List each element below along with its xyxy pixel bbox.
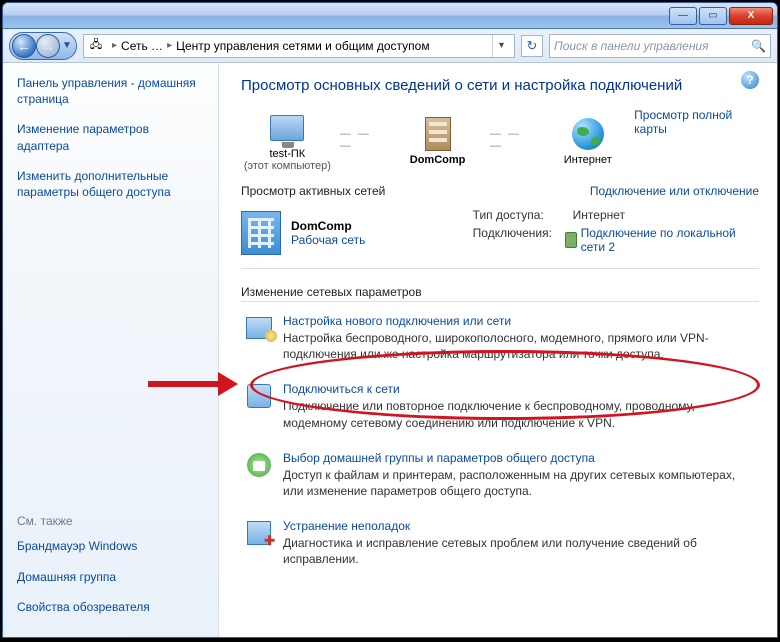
task-connect-network[interactable]: Подключиться к сети Подключение или повт… (241, 372, 759, 440)
network-icon: 🖧 (88, 38, 104, 54)
minimize-button[interactable]: — (669, 7, 697, 25)
sidebar-link-firewall[interactable]: Брандмауэр Windows (17, 538, 204, 554)
node-internet: Интернет (541, 114, 634, 166)
chevron-right-icon: ▸ (167, 40, 172, 51)
page-title: Просмотр основных сведений о сети и наст… (241, 77, 759, 94)
breadcrumb-seg-network[interactable]: Сеть … (121, 39, 163, 53)
task-title: Выбор домашней группы и параметров общег… (283, 451, 755, 465)
node-gateway: DomComp (391, 114, 484, 166)
active-network-type-link[interactable]: Рабочая сеть (291, 233, 365, 247)
task-title: Устранение неполадок (283, 519, 755, 533)
setup-connection-icon (246, 317, 272, 339)
active-networks-heading: Просмотр активных сетей (241, 184, 385, 198)
search-input[interactable]: Поиск в панели управления 🔍 (549, 34, 771, 58)
search-icon: 🔍 (751, 39, 766, 53)
help-icon[interactable]: ? (741, 71, 759, 89)
address-bar: ← → ▼ 🖧 ▸ Сеть … ▸ Центр управления сетя… (3, 29, 777, 63)
task-desc: Настройка беспроводного, широкополосного… (283, 330, 755, 362)
forward-button[interactable]: → (36, 34, 60, 58)
node-this-pc: test-ПК (этот компьютер) (241, 108, 334, 172)
breadcrumb-dropdown[interactable]: ▾ (492, 35, 510, 57)
see-also-heading: См. также (17, 514, 204, 528)
network-map: test-ПК (этот компьютер) — — — DomComp —… (241, 108, 634, 172)
node-pc-sub: (этот компьютер) (244, 160, 331, 172)
nav-buttons: ← → ▼ (9, 32, 77, 60)
maximize-button[interactable]: ▭ (699, 7, 727, 25)
connection-link[interactable]: Подключение по локальной сети 2 (565, 226, 759, 254)
task-setup-connection[interactable]: Настройка нового подключения или сети На… (241, 304, 759, 372)
nav-history-dropdown[interactable]: ▼ (60, 40, 74, 51)
sidebar-link-advanced-sharing[interactable]: Изменить дополнительные параметры общего… (17, 168, 204, 200)
titlebar: — ▭ X (3, 3, 777, 29)
window: — ▭ X ← → ▼ 🖧 ▸ Сеть … ▸ Центр управлени… (2, 2, 778, 638)
close-button[interactable]: X (729, 7, 773, 25)
task-desc: Подключение или повторное подключение к … (283, 398, 755, 430)
task-troubleshoot[interactable]: Устранение неполадок Диагностика и испра… (241, 509, 759, 577)
task-title: Настройка нового подключения или сети (283, 314, 755, 328)
breadcrumb-seg-current[interactable]: Центр управления сетями и общим доступом (176, 39, 430, 53)
sidebar: Панель управления - домашняя страница Из… (3, 63, 219, 637)
node-internet-name: Интернет (564, 154, 612, 166)
sidebar-link-homegroup[interactable]: Домашняя группа (17, 569, 204, 585)
view-full-map-link[interactable]: Просмотр полной карты (634, 108, 759, 136)
access-type-label: Тип доступа: (473, 208, 573, 222)
computer-icon (270, 115, 304, 141)
task-desc: Диагностика и исправление сетевых пробле… (283, 535, 755, 567)
search-placeholder: Поиск в панели управления (554, 39, 709, 53)
sidebar-link-internet-options[interactable]: Свойства обозревателя (17, 599, 204, 615)
troubleshoot-icon (247, 521, 271, 545)
connect-disconnect-link[interactable]: Подключение или отключение (590, 184, 759, 198)
back-button[interactable]: ← (12, 34, 36, 58)
access-type-value: Интернет (573, 208, 625, 222)
nic-icon (565, 232, 576, 248)
homegroup-icon (247, 453, 271, 477)
task-desc: Доступ к файлам и принтерам, расположенн… (283, 467, 755, 499)
globe-icon (572, 118, 604, 150)
task-title: Подключиться к сети (283, 382, 755, 396)
connector-icon: — — — (490, 128, 536, 152)
connector-icon: — — — (340, 128, 386, 152)
breadcrumb[interactable]: 🖧 ▸ Сеть … ▸ Центр управления сетями и о… (83, 34, 515, 58)
sidebar-link-adapter-settings[interactable]: Изменение параметров адаптера (17, 121, 204, 153)
task-homegroup-sharing[interactable]: Выбор домашней группы и параметров общег… (241, 441, 759, 509)
chevron-right-icon: ▸ (112, 40, 117, 51)
active-network-name: DomComp (291, 219, 365, 233)
main-content: ? Просмотр основных сведений о сети и на… (219, 63, 777, 637)
node-pc-name: test-ПК (269, 148, 305, 160)
sidebar-link-control-panel-home[interactable]: Панель управления - домашняя страница (17, 75, 204, 107)
connect-network-icon (247, 384, 271, 408)
active-network: DomComp Рабочая сеть Тип доступа: Интерн… (241, 202, 759, 269)
connection-name: Подключение по локальной сети 2 (581, 226, 759, 254)
change-settings-heading: Изменение сетевых параметров (241, 285, 759, 302)
work-network-icon (241, 211, 281, 255)
connections-label: Подключения: (473, 226, 566, 254)
refresh-button[interactable]: ↻ (521, 35, 543, 57)
node-gateway-name: DomComp (410, 154, 466, 166)
server-icon (425, 117, 451, 151)
